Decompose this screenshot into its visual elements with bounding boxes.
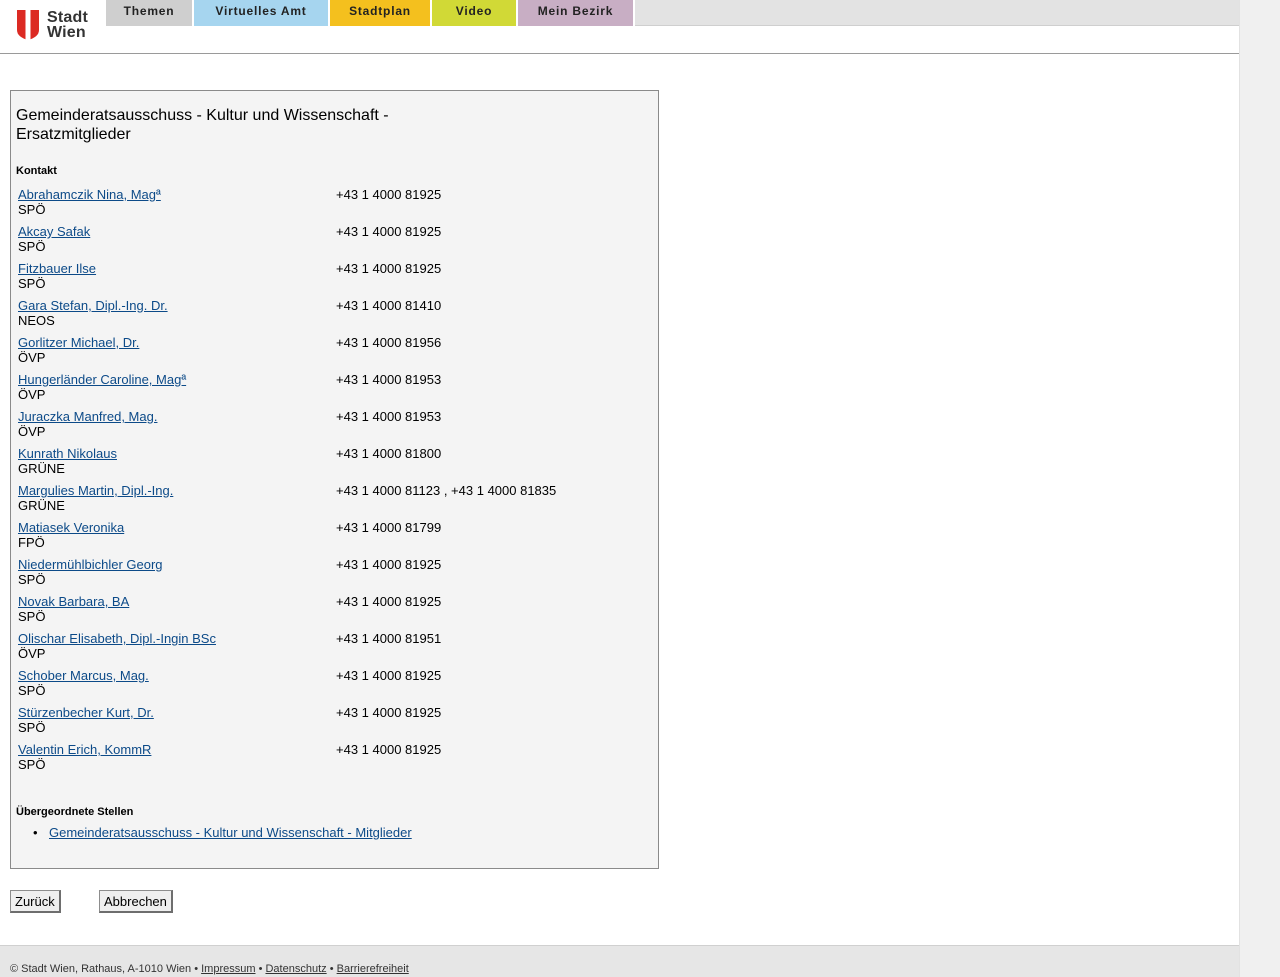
list-item: • Gemeinderatsausschuss - Kultur und Wis…	[33, 825, 412, 840]
list-item: Matiasek Veronika FPÖ +43 1 4000 81799	[18, 520, 648, 556]
list-item: Schober Marcus, Mag. SPÖ +43 1 4000 8192…	[18, 668, 648, 704]
nav-tab-themen[interactable]: Themen	[106, 0, 194, 26]
contact-party: SPÖ	[18, 572, 46, 587]
contact-phone: +43 1 4000 81925	[336, 557, 442, 572]
contact-party: SPÖ	[18, 276, 46, 291]
stadt-wien-logo[interactable]: Stadt Wien	[17, 10, 89, 42]
contact-party: SPÖ	[18, 683, 46, 698]
list-item: Gara Stefan, Dipl.-Ing. Dr. NEOS +43 1 4…	[18, 298, 648, 334]
contact-name-link[interactable]: Fitzbauer Ilse	[18, 261, 96, 276]
contact-name-link[interactable]: Schober Marcus, Mag.	[18, 668, 149, 683]
footer-link-impressum[interactable]: Impressum	[201, 963, 255, 975]
parent-units-heading: Übergeordnete Stellen	[16, 806, 134, 818]
contact-party: SPÖ	[18, 239, 46, 254]
contact-name-link[interactable]: Matiasek Veronika	[18, 520, 124, 535]
list-item: Fitzbauer Ilse SPÖ +43 1 4000 81925	[18, 261, 648, 297]
contact-party: ÖVP	[18, 387, 46, 402]
page-scrollbar[interactable]	[1239, 0, 1280, 977]
footer-separator: •	[326, 963, 337, 975]
contact-party: ÖVP	[18, 350, 46, 365]
nav-tab-stadtplan[interactable]: Stadtplan	[330, 0, 432, 26]
bullet-icon: •	[33, 825, 38, 840]
contact-phone: +43 1 4000 81925	[336, 261, 442, 276]
contact-name-link[interactable]: Stürzenbecher Kurt, Dr.	[18, 705, 154, 720]
parent-units-list: • Gemeinderatsausschuss - Kultur und Wis…	[33, 825, 412, 840]
footer-copyright: © Stadt Wien, Rathaus, A-1010 Wien	[10, 963, 192, 975]
site-header: Stadt Wien Themen Virtuelles Amt Stadtpl…	[0, 0, 1239, 54]
contact-name-link[interactable]: Hungerländer Caroline, Magª	[18, 372, 186, 387]
logo-wordmark: Stadt Wien	[47, 9, 88, 41]
contact-party: FPÖ	[18, 535, 45, 550]
back-button[interactable]: Zurück	[10, 890, 61, 913]
contact-phone: +43 1 4000 81953	[336, 372, 442, 387]
committee-panel: Gemeinderatsausschuss - Kultur und Wisse…	[10, 90, 659, 869]
contact-name-link[interactable]: Gorlitzer Michael, Dr.	[18, 335, 139, 350]
list-item: Stürzenbecher Kurt, Dr. SPÖ +43 1 4000 8…	[18, 705, 648, 741]
list-item: Margulies Martin, Dipl.-Ing. GRÜNE +43 1…	[18, 483, 648, 519]
nav-tab-video[interactable]: Video	[432, 0, 518, 26]
list-item: Juraczka Manfred, Mag. ÖVP +43 1 4000 81…	[18, 409, 648, 445]
contact-name-link[interactable]: Juraczka Manfred, Mag.	[18, 409, 157, 424]
list-item: Abrahamczik Nina, Magª SPÖ +43 1 4000 81…	[18, 187, 648, 223]
contact-phone: +43 1 4000 81925	[336, 705, 442, 720]
nav-tab-virtuelles-amt[interactable]: Virtuelles Amt	[194, 0, 330, 26]
footer-link-datenschutz[interactable]: Datenschutz	[265, 963, 326, 975]
footer-separator: •	[191, 963, 202, 975]
contact-phone: +43 1 4000 81925	[336, 187, 442, 202]
contact-party: GRÜNE	[18, 498, 65, 513]
footer-link-barrierefreiheit[interactable]: Barrierefreiheit	[337, 963, 409, 975]
contact-party: SPÖ	[18, 720, 46, 735]
contact-name-link[interactable]: Olischar Elisabeth, Dipl.-Ingin BSc	[18, 631, 216, 646]
contact-name-link[interactable]: Kunrath Nikolaus	[18, 446, 117, 461]
list-item: Valentin Erich, KommR SPÖ +43 1 4000 819…	[18, 742, 648, 778]
contact-phone: +43 1 4000 81925	[336, 224, 442, 239]
contact-party: SPÖ	[18, 609, 46, 624]
parent-unit-link[interactable]: Gemeinderatsausschuss - Kultur und Wisse…	[49, 825, 412, 840]
list-item: Gorlitzer Michael, Dr. ÖVP +43 1 4000 81…	[18, 335, 648, 371]
list-item: Olischar Elisabeth, Dipl.-Ingin BSc ÖVP …	[18, 631, 648, 667]
list-item: Kunrath Nikolaus GRÜNE +43 1 4000 81800	[18, 446, 648, 482]
list-item: Niedermühlbichler Georg SPÖ +43 1 4000 8…	[18, 557, 648, 593]
contact-name-link[interactable]: Gara Stefan, Dipl.-Ing. Dr.	[18, 298, 168, 313]
contact-party: GRÜNE	[18, 461, 65, 476]
logo-line-1: Stadt	[47, 9, 88, 26]
contact-name-link[interactable]: Valentin Erich, KommR	[18, 742, 151, 757]
list-item: Novak Barbara, BA SPÖ +43 1 4000 81925	[18, 594, 648, 630]
cancel-button[interactable]: Abbrechen	[99, 890, 173, 913]
footer-separator: •	[255, 963, 266, 975]
site-footer: © Stadt Wien, Rathaus, A-1010 Wien • Imp…	[0, 945, 1239, 977]
list-item: Hungerländer Caroline, Magª ÖVP +43 1 40…	[18, 372, 648, 408]
contact-party: ÖVP	[18, 424, 46, 439]
main-nav: Themen Virtuelles Amt Stadtplan Video Me…	[106, 0, 1239, 26]
contact-name-link[interactable]: Niedermühlbichler Georg	[18, 557, 163, 572]
contact-phone: +43 1 4000 81799	[336, 520, 442, 535]
contact-phone: +43 1 4000 81800	[336, 446, 442, 461]
contact-heading: Kontakt	[16, 165, 57, 177]
logo-line-2: Wien	[47, 24, 86, 41]
contact-phone: +43 1 4000 81410	[336, 298, 442, 313]
nav-tab-mein-bezirk[interactable]: Mein Bezirk	[518, 0, 635, 26]
wien-shield-icon	[17, 10, 39, 40]
page-title: Gemeinderatsausschuss - Kultur und Wisse…	[16, 107, 389, 143]
contact-phone: +43 1 4000 81925	[336, 594, 442, 609]
list-item: Akcay Safak SPÖ +43 1 4000 81925	[18, 224, 648, 260]
contact-phone: +43 1 4000 81925	[336, 668, 442, 683]
footer-text: © Stadt Wien, Rathaus, A-1010 Wien • Imp…	[10, 963, 409, 975]
contact-party: SPÖ	[18, 757, 46, 772]
contact-name-link[interactable]: Margulies Martin, Dipl.-Ing.	[18, 483, 173, 498]
contact-name-link[interactable]: Novak Barbara, BA	[18, 594, 129, 609]
contact-phone: +43 1 4000 81956	[336, 335, 442, 350]
contact-party: SPÖ	[18, 202, 46, 217]
contact-party: NEOS	[18, 313, 55, 328]
contact-name-link[interactable]: Abrahamczik Nina, Magª	[18, 187, 161, 202]
contact-party: ÖVP	[18, 646, 46, 661]
contact-phone: +43 1 4000 81951	[336, 631, 442, 646]
contact-name-link[interactable]: Akcay Safak	[18, 224, 90, 239]
contact-phone: +43 1 4000 81925	[336, 742, 442, 757]
shield-cross-stripe	[25, 10, 31, 40]
contact-phone: +43 1 4000 81953	[336, 409, 442, 424]
contact-phone: +43 1 4000 81123 , +43 1 4000 81835	[336, 483, 557, 498]
